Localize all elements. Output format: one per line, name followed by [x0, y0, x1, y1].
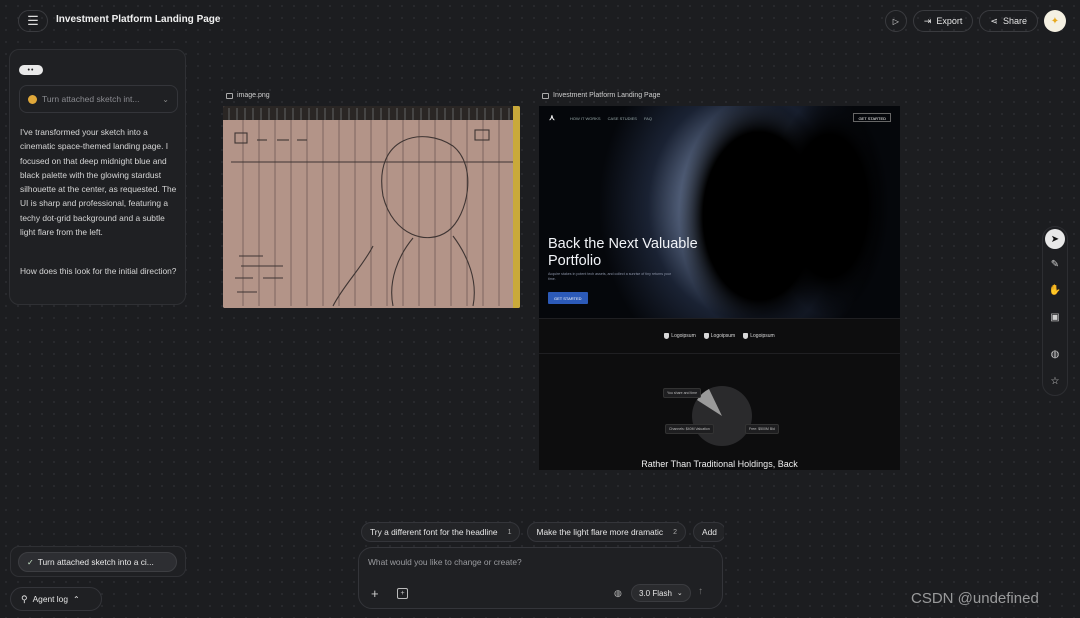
preview-logo-label: Logoipsum — [671, 333, 696, 339]
shield-icon — [664, 333, 670, 339]
pie-tag: You share and time — [663, 388, 702, 398]
suggestion-number: 2 — [673, 528, 677, 536]
model-label: 3.0 Flash — [639, 588, 672, 598]
preview-file-label: Investment Platform Landing Page — [542, 92, 660, 99]
top-bar: ☰ Investment Platform Landing Page ▷ ⇥ E… — [0, 0, 1080, 42]
pencil-icon: ✎ — [1050, 258, 1060, 270]
export-icon: ⇥ — [923, 15, 932, 26]
task-select-label: Turn attached sketch int... — [42, 94, 140, 104]
chat-panel: •• Turn attached sketch int... ⌄ I've tr… — [9, 49, 186, 305]
cursor-icon: ➤ — [1050, 233, 1060, 245]
canvas-toolbar: ➤ ✎ ✋ ▣ ◍ ☆ — [1042, 226, 1068, 396]
select-tool[interactable]: ➤ — [1045, 229, 1065, 249]
page-title: Investment Platform Landing Page — [56, 14, 221, 25]
chevron-up-icon: ⌃ — [72, 594, 80, 604]
chevron-down-icon: ⌄ — [676, 590, 683, 597]
image-file-name: image.png — [237, 92, 270, 99]
share-icon: ⋖ — [990, 15, 998, 26]
hero-glow — [709, 106, 900, 318]
preview-logo-label: Logoipsum — [750, 333, 775, 339]
suggestion-chip[interactable]: Try a different font for the headline 1 — [361, 522, 521, 542]
sketch-drawing — [223, 106, 520, 308]
suggestion-chip[interactable]: Add — [693, 522, 724, 542]
task-select[interactable]: Turn attached sketch int... ⌄ — [19, 85, 178, 113]
suggestion-label: Try a different font for the headline — [370, 527, 498, 537]
model-selector[interactable]: 3.0 Flash ⌄ — [631, 584, 691, 602]
suggestion-number: 1 — [507, 528, 512, 536]
task-chip-label: Turn attached sketch into a ci... — [37, 557, 154, 567]
browser-icon — [542, 92, 549, 99]
pie-tag: Free: $500M Bid — [745, 424, 779, 434]
agent-log-label: Agent log — [32, 594, 68, 604]
watermark: CSDN @undefined — [911, 590, 1039, 607]
agent-log-button[interactable]: ⚲ Agent log ⌃ — [10, 587, 102, 611]
preview-logo-strip: Logoipsum Logoipsum Logoipsum — [539, 318, 900, 354]
hand-icon: ✋ — [1048, 284, 1062, 296]
landing-page-preview[interactable]: ⋏ HOW IT WORKS CASE STUDIES FAQ GET STAR… — [539, 106, 900, 470]
prompt-input[interactable] — [368, 557, 708, 567]
attach-icon[interactable]: + — [397, 588, 408, 599]
preview-nav-cta[interactable]: GET STARTED — [853, 113, 891, 122]
preview-logo-label: Logoipsum — [710, 333, 736, 339]
task-chip-container: ✓ Turn attached sketch into a ci... — [10, 546, 186, 577]
sparkle-icon: ✦ — [1050, 15, 1060, 27]
palette-icon[interactable]: ◍ — [614, 588, 622, 599]
suggestion-label: Make the light flare more dramatic — [536, 527, 664, 537]
thinking-dots-icon: •• — [19, 65, 43, 75]
shield-icon — [703, 333, 709, 339]
image-tool[interactable]: ▣ — [1045, 307, 1065, 327]
prompt-composer: + + ◍ 3.0 Flash ⌄ ↑ — [358, 547, 723, 609]
sketch-image[interactable] — [223, 106, 520, 308]
preview-logo-icon: ⋏ — [549, 113, 555, 122]
preview-logo: Logoipsum — [664, 333, 696, 339]
preview-hero-title: Back the Next Valuable Portfolio — [548, 236, 698, 269]
preview-nav-link[interactable]: HOW IT WORKS — [570, 116, 601, 121]
preview-nav-link[interactable]: CASE STUDIES — [608, 116, 637, 121]
shield-icon — [743, 333, 749, 339]
preview-hero-cta[interactable]: GET STARTED — [548, 292, 588, 304]
preview-logo: Logoipsum — [743, 333, 775, 339]
suggestion-chips: Try a different font for the headline 1 … — [361, 522, 724, 542]
share-label: Share — [1002, 16, 1027, 26]
suggestion-chip[interactable]: Make the light flare more dramatic 2 — [527, 522, 686, 542]
star-icon: ☆ — [1050, 375, 1060, 387]
task-chip[interactable]: ✓ Turn attached sketch into a ci... — [18, 552, 177, 572]
export-label: Export — [936, 16, 963, 26]
palette-tool[interactable]: ◍ — [1045, 344, 1065, 364]
check-icon: ✓ — [27, 557, 34, 567]
favorite-tool[interactable]: ☆ — [1045, 371, 1065, 391]
hamburger-icon: ☰ — [27, 13, 39, 28]
palette-icon: ◍ — [1050, 348, 1060, 360]
assistant-question: How does this look for the initial direc… — [20, 266, 177, 276]
image-icon — [226, 92, 233, 99]
hand-tool[interactable]: ✋ — [1045, 280, 1065, 300]
preview-section-heading: Rather Than Traditional Holdings, Back — [641, 459, 798, 469]
preview-logo: Logoipsum — [703, 333, 736, 339]
rocket-icon: ⚲ — [21, 593, 28, 604]
export-button[interactable]: ⇥ Export — [912, 10, 974, 32]
image-file-label: image.png — [226, 92, 270, 99]
menu-button[interactable]: ☰ — [18, 10, 48, 32]
add-icon[interactable]: + — [371, 586, 379, 601]
send-arrow-icon[interactable]: ↑ — [698, 586, 703, 597]
avatar[interactable]: ✦ — [1044, 10, 1066, 32]
sun-icon — [28, 94, 37, 104]
assistant-message: I've transformed your sketch into a cine… — [20, 127, 177, 238]
play-button[interactable]: ▷ — [884, 10, 907, 32]
preview-nav-link[interactable]: FAQ — [644, 116, 652, 121]
preview-nav: HOW IT WORKS CASE STUDIES FAQ — [570, 116, 652, 121]
play-icon: ▷ — [892, 16, 899, 26]
preview-hero-subtitle: Acquire stakes in potent tech assets, an… — [548, 272, 672, 281]
top-actions: ▷ ⇥ Export ⋖ Share ✦ — [884, 10, 1066, 32]
image-icon: ▣ — [1050, 311, 1060, 323]
draw-tool[interactable]: ✎ — [1045, 254, 1065, 274]
share-button[interactable]: ⋖ Share — [979, 10, 1038, 32]
pie-tag: Channels: $40M Valuation — [665, 424, 714, 434]
preview-file-name: Investment Platform Landing Page — [553, 92, 661, 99]
chevron-down-icon: ⌄ — [162, 94, 169, 104]
suggestion-label: Add — [702, 527, 717, 537]
preview-pie-chart — [692, 386, 752, 446]
